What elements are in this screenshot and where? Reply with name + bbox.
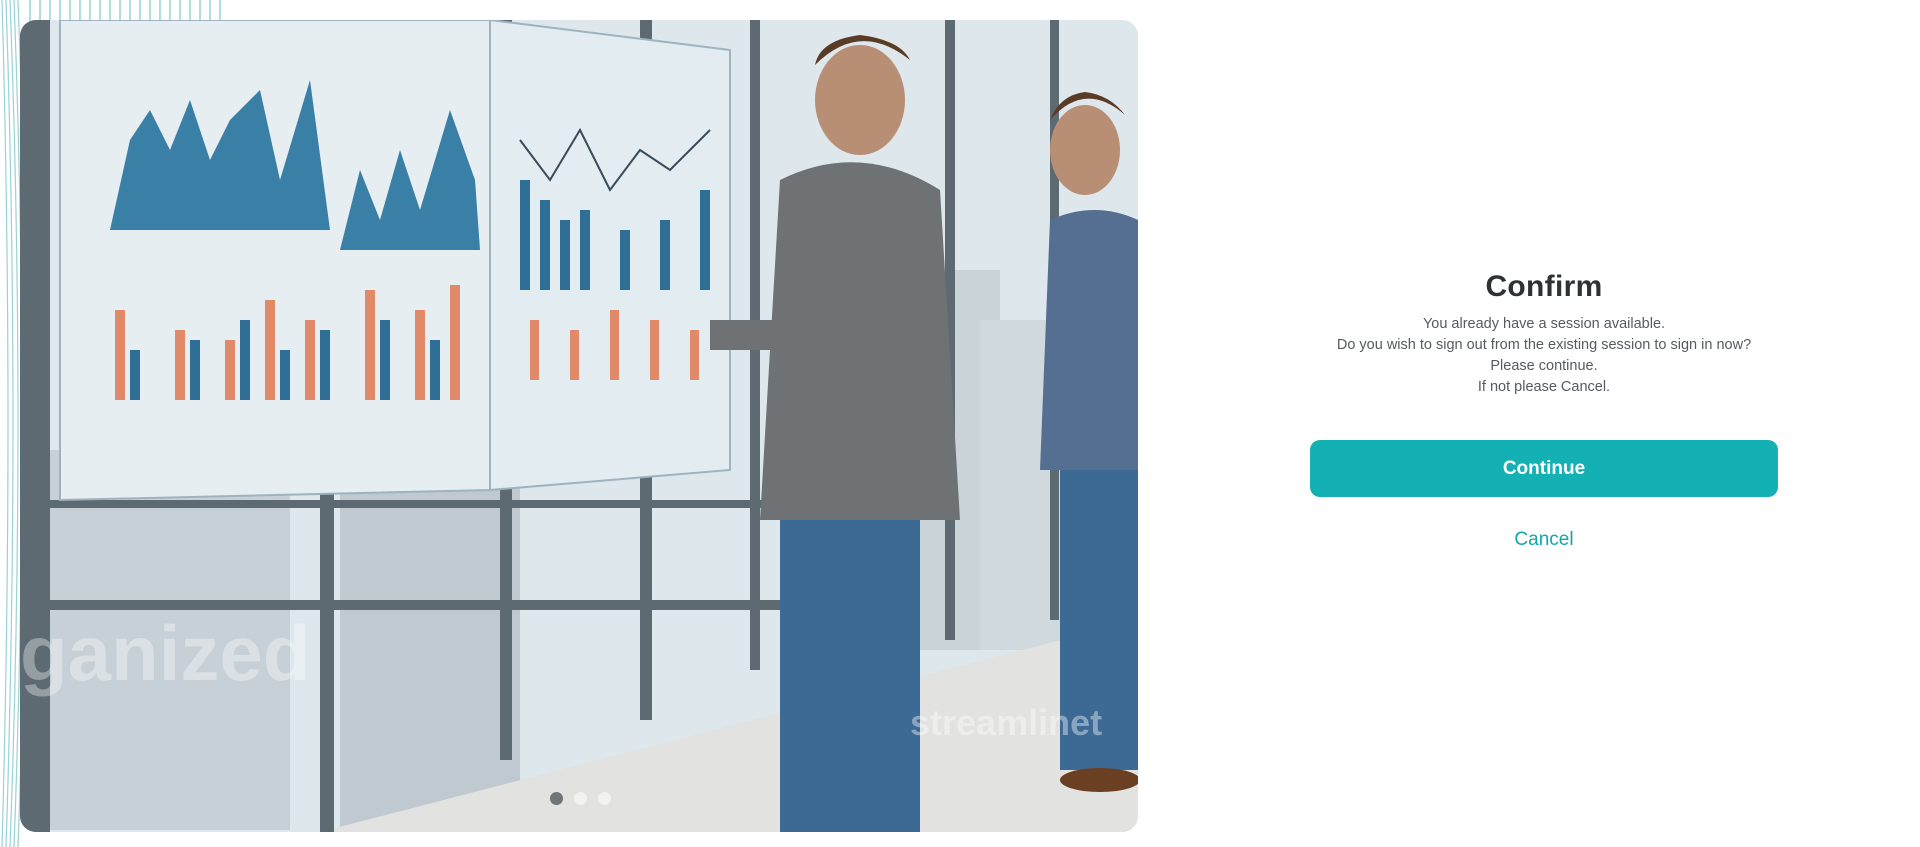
confirm-message: You already have a session available. Do… <box>1310 314 1778 398</box>
carousel-dot-3[interactable] <box>598 792 611 805</box>
continue-button[interactable]: Continue <box>1310 440 1778 497</box>
confirm-message-line: If not please Cancel. <box>1477 379 1611 395</box>
carousel-dots <box>550 792 611 805</box>
hero-watermark-2: streamlinet <box>910 702 1102 743</box>
hero-illustration: ganized streamlinet <box>20 20 1138 832</box>
hero-watermark-1: ganized <box>20 609 310 697</box>
cancel-link[interactable]: Cancel <box>1514 529 1573 551</box>
hero-image: ganized streamlinet <box>20 20 1138 832</box>
confirm-message-line: Do you wish to sign out from the existin… <box>1336 337 1752 353</box>
carousel-dot-1[interactable] <box>550 792 563 805</box>
confirm-message-line: You already have a session available. <box>1422 316 1666 332</box>
decorative-top-strip <box>29 0 221 22</box>
confirm-title: Confirm <box>1485 270 1603 303</box>
carousel-dot-2[interactable] <box>574 792 587 805</box>
confirm-panel: Confirm You already have a session avail… <box>1310 270 1778 551</box>
confirm-message-line: Please continue. <box>1490 358 1598 374</box>
